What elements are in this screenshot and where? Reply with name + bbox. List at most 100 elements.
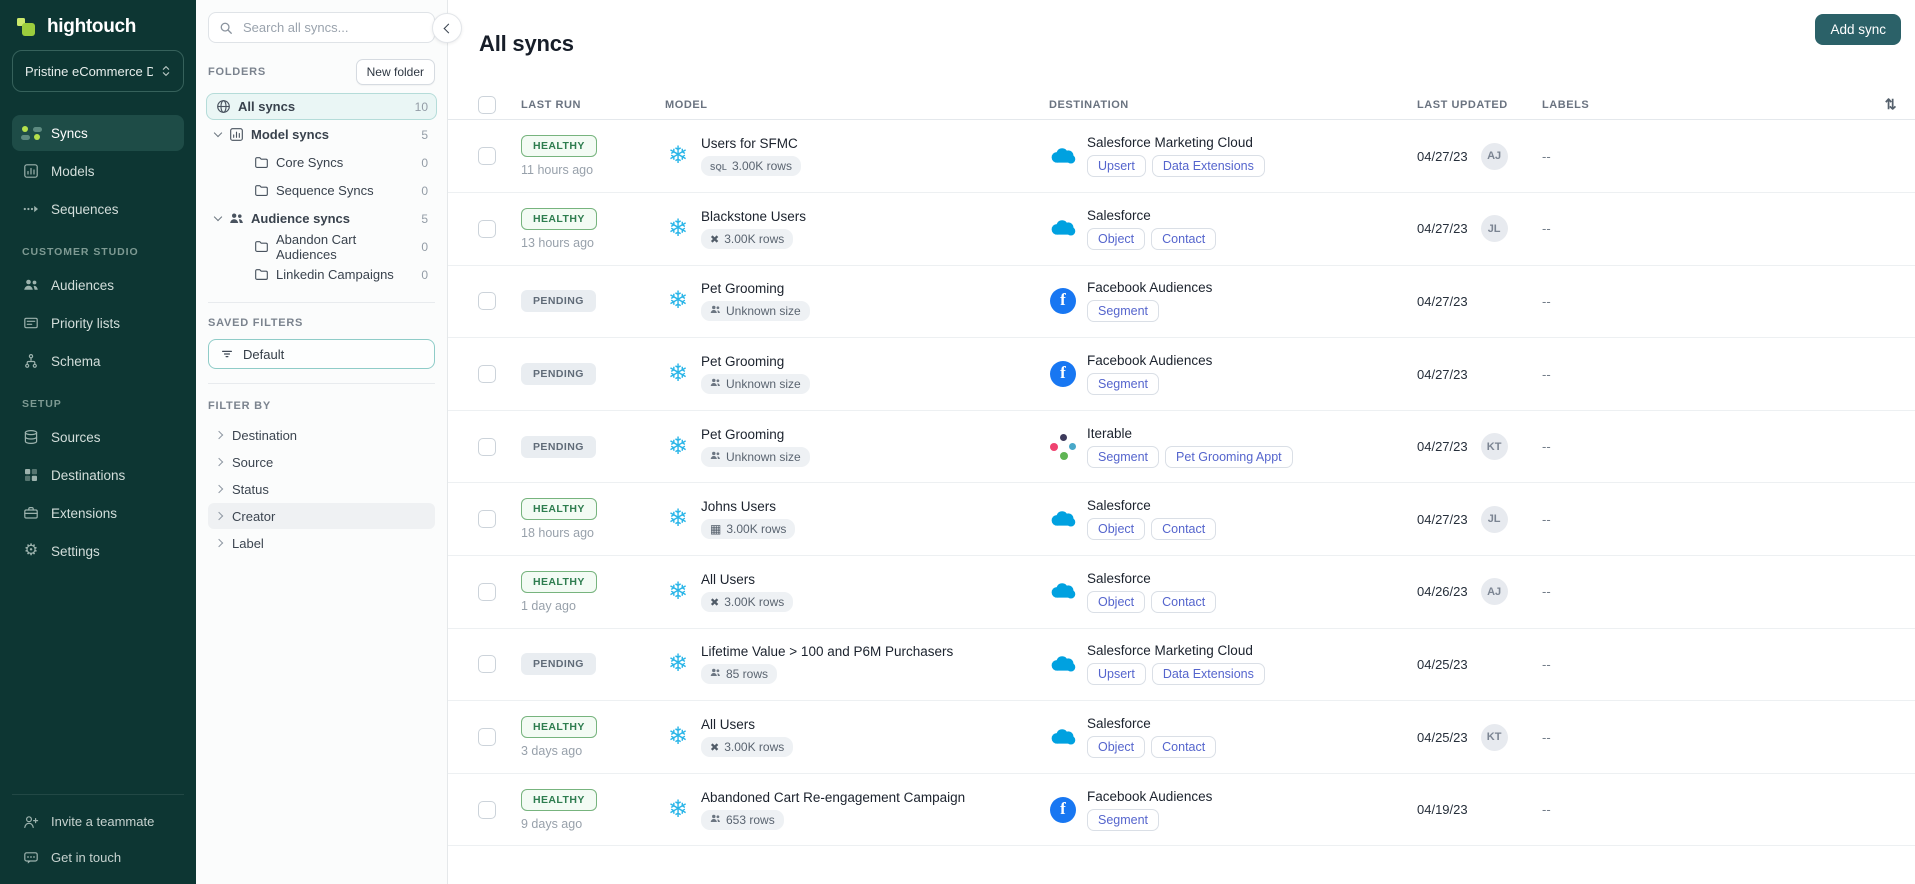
table-row[interactable]: PENDING Pet Grooming Unknown size f Face… — [448, 266, 1915, 339]
folder-abandon-cart-audiences[interactable]: Abandon Cart Audiences 0 — [206, 233, 437, 260]
row-checkbox[interactable] — [478, 292, 496, 310]
table-row[interactable]: PENDING Pet Grooming Unknown size Iterab… — [448, 411, 1915, 484]
footer-item-get-in-touch[interactable]: Get in touch — [12, 840, 184, 875]
size-text: Unknown size — [726, 377, 801, 391]
destination-name: Salesforce — [1087, 498, 1216, 513]
size-text: 653 rows — [726, 813, 775, 827]
sidebar-item-syncs[interactable]: Syncs — [12, 115, 184, 151]
sort-icon[interactable] — [1885, 96, 1915, 113]
last-updated-date: 04/27/23 — [1417, 221, 1468, 236]
row-checkbox[interactable] — [478, 728, 496, 746]
sidebar-item-label: Get in touch — [51, 850, 121, 865]
table-row[interactable]: HEALTHY 18 hours ago Johns Users ▦ 3.00K… — [448, 483, 1915, 556]
sidebar-item-sources[interactable]: Sources — [12, 419, 184, 455]
filter-by-label: Creator — [232, 509, 275, 524]
filter-by-status[interactable]: Status — [208, 476, 435, 502]
last-run-text: 11 hours ago — [521, 163, 593, 177]
labels-text: -- — [1542, 149, 1915, 164]
size-text: 3.00K rows — [726, 522, 786, 536]
sidebar-item-sequences[interactable]: Sequences — [12, 191, 184, 227]
snowflake-icon — [665, 217, 691, 241]
last-updated-date: 04/27/23 — [1417, 367, 1468, 382]
table-row[interactable]: HEALTHY 13 hours ago Blackstone Users ✖ … — [448, 193, 1915, 266]
row-checkbox[interactable] — [478, 510, 496, 528]
sidebar-item-extensions[interactable]: Extensions — [12, 495, 184, 531]
model-name: Abandoned Cart Re-engagement Campaign — [701, 790, 965, 805]
status-badge: HEALTHY — [521, 135, 597, 157]
folder-sequence-syncs[interactable]: Sequence Syncs 0 — [206, 177, 437, 204]
row-checkbox[interactable] — [478, 655, 496, 673]
destination-icon — [1049, 146, 1077, 167]
saved-filter-default[interactable]: Default — [208, 339, 435, 369]
folder-core-syncs[interactable]: Core Syncs 0 — [206, 149, 437, 176]
filter-icon — [220, 347, 234, 361]
snowflake-icon — [665, 725, 691, 749]
row-checkbox[interactable] — [478, 365, 496, 383]
folder-audience-syncs[interactable]: Audience syncs 5 — [206, 205, 437, 232]
folder-model-syncs[interactable]: Model syncs 5 — [206, 121, 437, 148]
destination-name: Facebook Audiences — [1087, 789, 1212, 804]
folder-label: Sequence Syncs — [276, 183, 374, 198]
workspace-selector[interactable]: Pristine eCommerce De... — [12, 50, 184, 92]
sidebar-item-schema[interactable]: Schema — [12, 343, 184, 379]
folder-label: Abandon Cart Audiences — [276, 232, 414, 262]
folder-linkedin-campaigns[interactable]: Linkedin Campaigns 0 — [206, 261, 437, 288]
filter-by-creator[interactable]: Creator — [208, 503, 435, 529]
sidebar-item-label: Schema — [51, 354, 101, 369]
folder-all-syncs[interactable]: All syncs 10 — [206, 93, 437, 120]
sidebar-item-icon — [22, 200, 40, 218]
destination-tag: Contact — [1151, 591, 1216, 613]
add-sync-button[interactable]: Add sync — [1815, 14, 1901, 45]
status-badge: PENDING — [521, 436, 596, 458]
status-badge: HEALTHY — [521, 716, 597, 738]
size-text: 3.00K rows — [724, 595, 784, 609]
filter-by-destination[interactable]: Destination — [208, 422, 435, 448]
select-all-checkbox[interactable] — [478, 96, 496, 114]
sidebar-nav-customer-studio: Audiences Priority lists Schema — [12, 266, 184, 380]
row-checkbox[interactable] — [478, 583, 496, 601]
filter-by-label[interactable]: Label — [208, 530, 435, 556]
collapse-panel-button[interactable] — [432, 13, 462, 43]
size-type-icon: SQL — [710, 159, 727, 173]
size-text: 3.00K rows — [732, 159, 792, 173]
sidebar-item-settings[interactable]: ⚙ Settings — [12, 533, 184, 569]
table-row[interactable]: HEALTHY 1 day ago All Users ✖ 3.00K rows… — [448, 556, 1915, 629]
last-updated-date: 04/19/23 — [1417, 802, 1468, 817]
row-checkbox[interactable] — [478, 438, 496, 456]
destination-tags: Segment — [1087, 300, 1212, 322]
folder-icon — [253, 183, 269, 199]
size-type-icon: ✖ — [710, 595, 719, 609]
row-checkbox[interactable] — [478, 220, 496, 238]
size-type-icon: ✖ — [710, 232, 719, 246]
folder-label: Audience syncs — [251, 211, 350, 226]
search-input[interactable] — [241, 19, 424, 36]
filter-by-label: Source — [232, 455, 273, 470]
table-row[interactable]: HEALTHY 11 hours ago Users for SFMC SQL … — [448, 120, 1915, 193]
destination-icon: f — [1049, 288, 1077, 314]
row-checkbox[interactable] — [478, 801, 496, 819]
new-folder-button[interactable]: New folder — [356, 59, 435, 85]
sidebar-item-destinations[interactable]: Destinations — [12, 457, 184, 493]
footer-item-invite-a-teammate[interactable]: Invite a teammate — [12, 804, 184, 839]
destination-name: Iterable — [1087, 426, 1293, 441]
model-size-pill: ▦ 3.00K rows — [701, 519, 795, 539]
model-size-pill: Unknown size — [701, 301, 810, 321]
chevron-left-icon — [444, 23, 454, 33]
last-run-text: 3 days ago — [521, 744, 582, 758]
sidebar-item-priority-lists[interactable]: Priority lists — [12, 305, 184, 341]
sidebar-item-models[interactable]: Models — [12, 153, 184, 189]
model-name: All Users — [701, 717, 793, 732]
filter-by-source[interactable]: Source — [208, 449, 435, 475]
table-row[interactable]: PENDING Pet Grooming Unknown size f Face… — [448, 338, 1915, 411]
destination-icon — [1049, 581, 1077, 602]
table-row[interactable]: PENDING Lifetime Value > 100 and P6M Pur… — [448, 629, 1915, 702]
sidebar-item-audiences[interactable]: Audiences — [12, 267, 184, 303]
row-checkbox[interactable] — [478, 147, 496, 165]
folders-title: FOLDERS — [208, 66, 266, 78]
destination-name: Facebook Audiences — [1087, 353, 1212, 368]
labels-text: -- — [1542, 512, 1915, 527]
last-run-text: 9 days ago — [521, 817, 582, 831]
destination-tags: ObjectContact — [1087, 228, 1216, 250]
table-row[interactable]: HEALTHY 3 days ago All Users ✖ 3.00K row… — [448, 701, 1915, 774]
table-row[interactable]: HEALTHY 9 days ago Abandoned Cart Re-eng… — [448, 774, 1915, 847]
